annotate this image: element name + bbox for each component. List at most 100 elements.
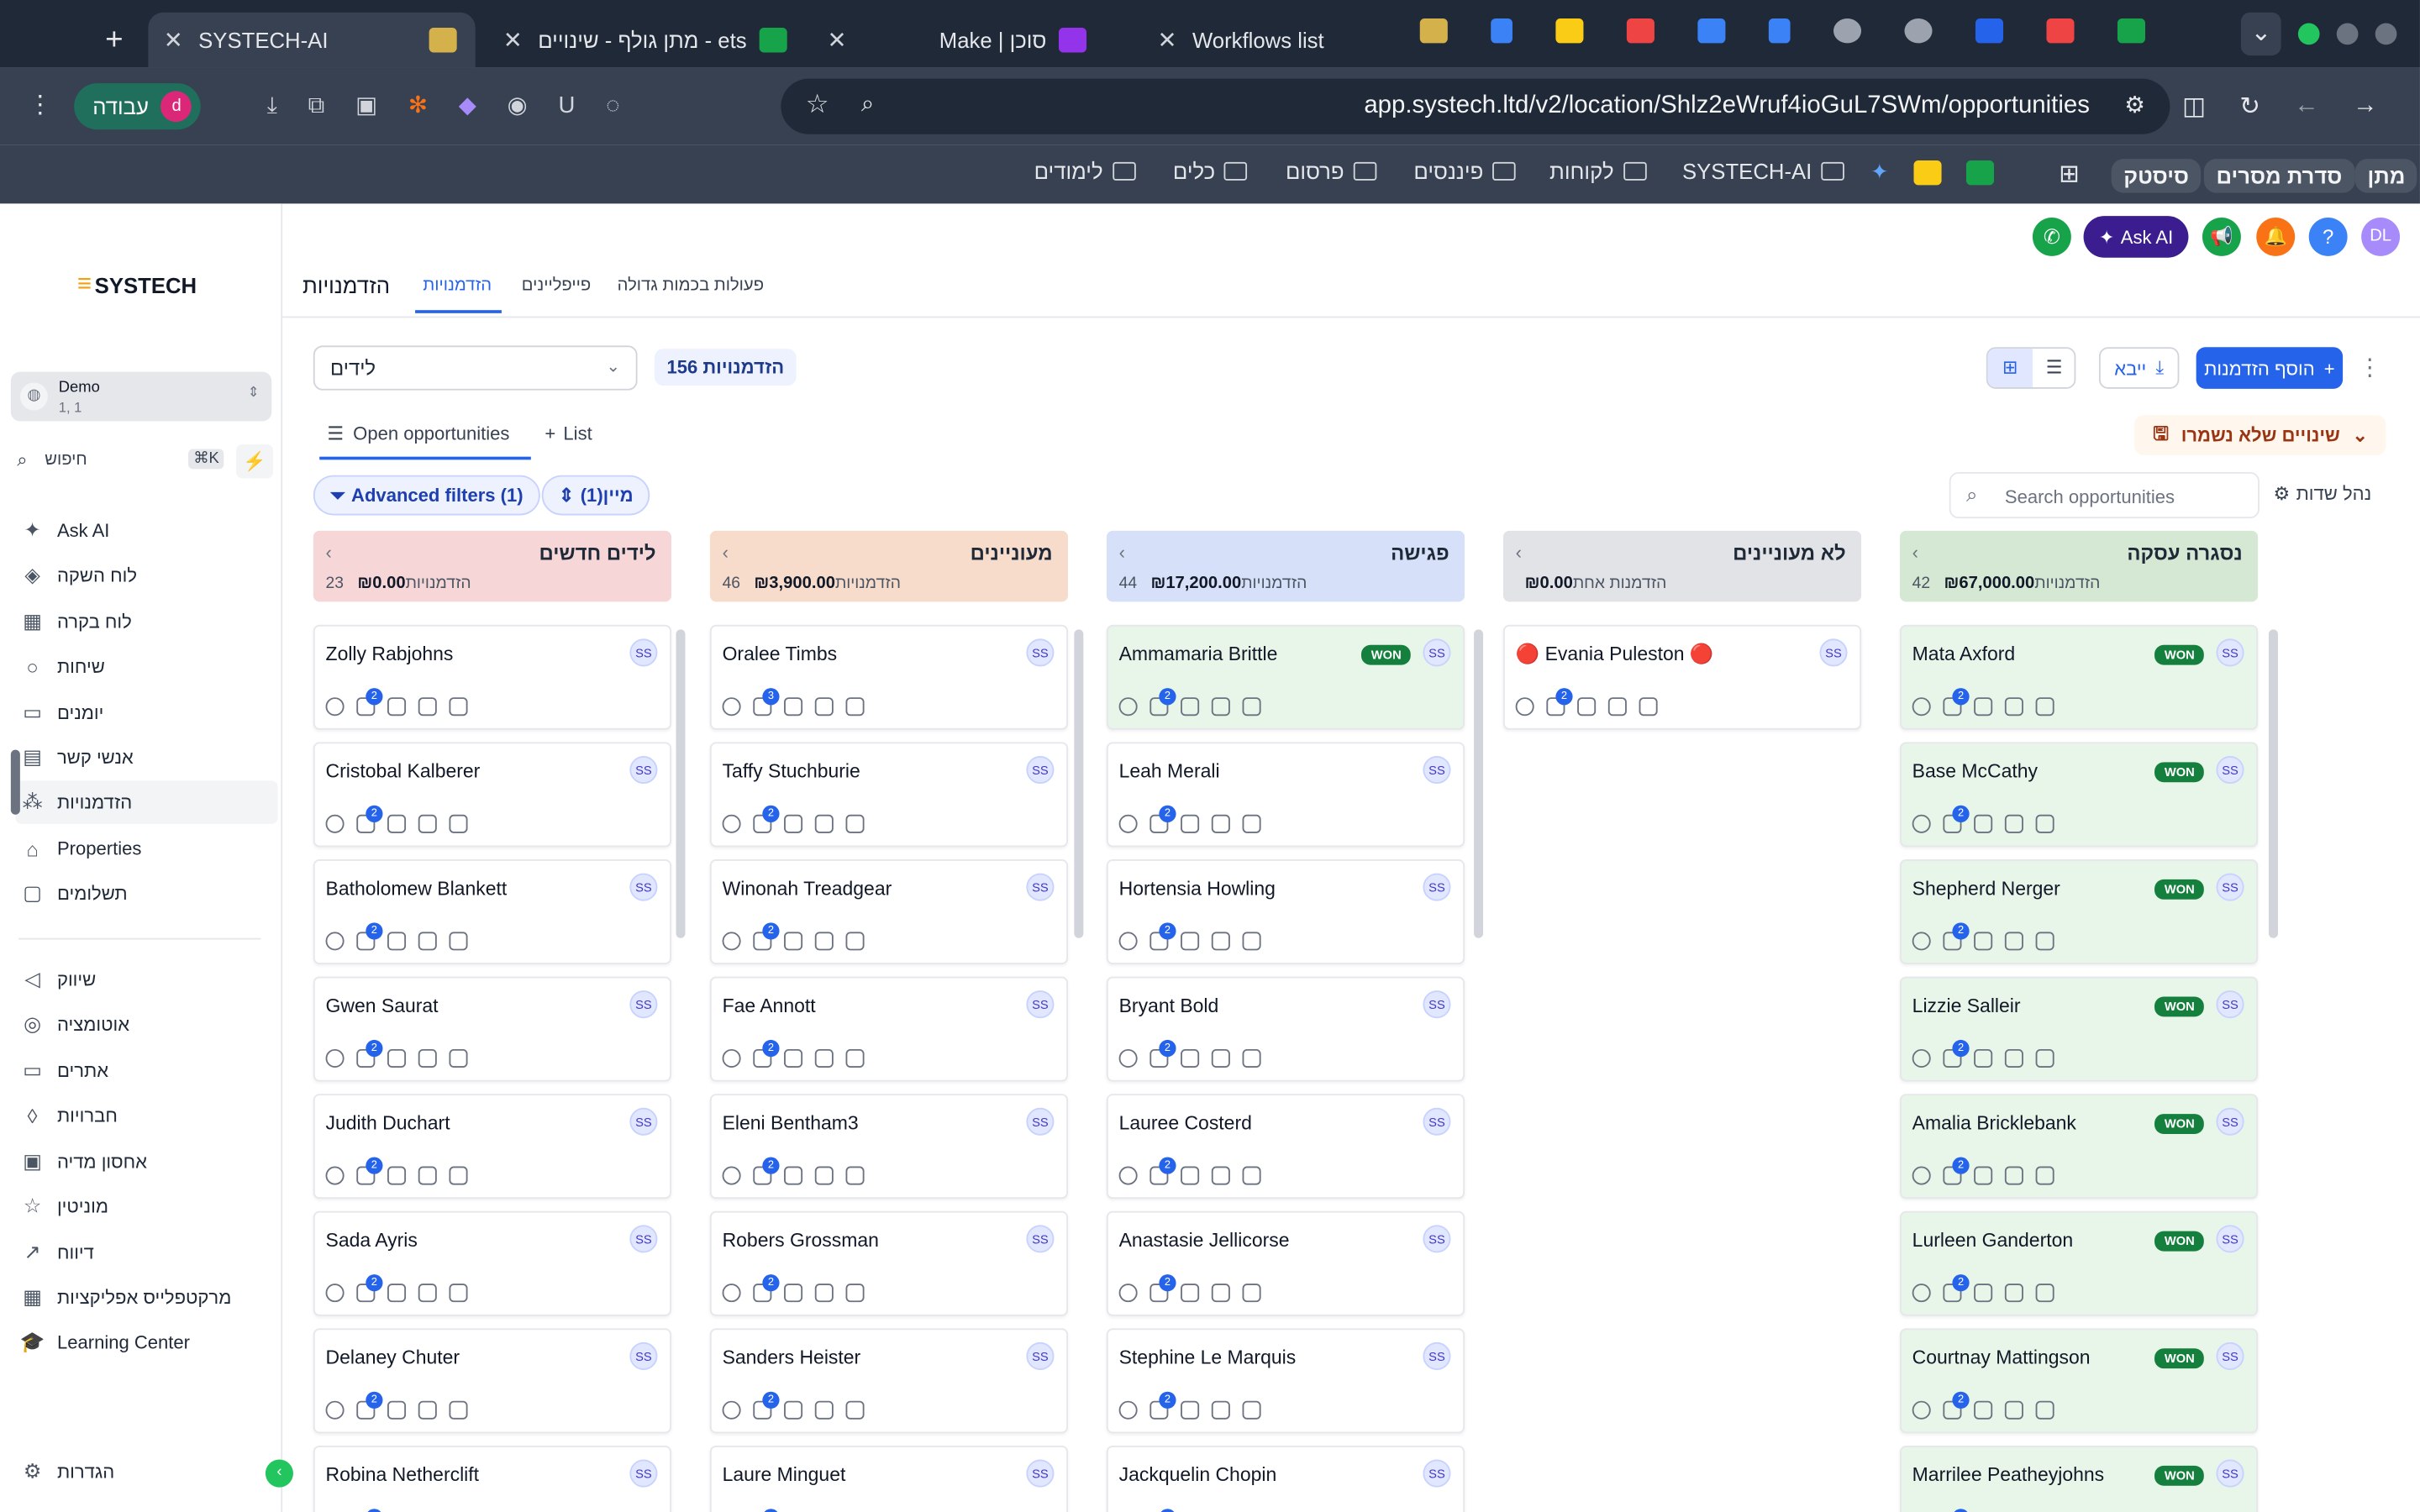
calendar-icon[interactable] [449,1166,468,1185]
opportunity-card[interactable]: Zolly Rabjohns SS 2 [313,624,671,730]
add-list-tab[interactable]: + List [544,423,592,444]
tab-workflows[interactable]: ✕ Workflows list [1142,13,1404,68]
tag-icon[interactable]: 2 [1943,1391,1970,1420]
claude-icon[interactable]: ✻ [408,91,428,118]
task-icon[interactable] [418,1048,437,1068]
opportunity-card[interactable]: Marrilee Peatheyjohns SS WON 2 [1899,1445,2259,1512]
tag-icon[interactable]: 3 [753,688,780,717]
chat-icon[interactable] [1912,1166,1931,1185]
sort-button[interactable]: ⇕ מיין(1) [541,475,650,516]
chat-icon[interactable] [1912,1400,1931,1420]
sheets-icon[interactable] [2117,18,2146,44]
account-switcher[interactable]: ◍ Demo 1, 1 ⇕ [10,371,272,422]
document-icon[interactable] [387,1400,407,1420]
profile-chip[interactable]: עבודה d [74,83,202,130]
owner-avatar[interactable]: SS [1026,990,1055,1019]
chat-icon[interactable] [325,697,345,717]
opportunity-card[interactable]: Delaney Chuter SS 2 [313,1328,671,1434]
document-icon[interactable] [387,1284,407,1303]
task-icon[interactable] [418,1284,437,1303]
task-icon[interactable] [814,932,834,951]
calendar-icon[interactable] [2035,814,2054,833]
calendar-icon[interactable] [449,697,468,717]
task-icon[interactable] [2004,697,2023,717]
window-minimize-button[interactable] [2336,23,2359,45]
calendar-icon[interactable] [1242,1048,1261,1068]
tab-bulk-actions[interactable]: פעולות בכמות גדולה [618,276,764,295]
document-icon[interactable] [1974,1048,1993,1068]
chat-icon[interactable] [1912,697,1931,717]
document-icon[interactable] [1974,1400,1993,1420]
close-icon[interactable]: ✕ [827,26,846,54]
owner-avatar[interactable]: SS [629,990,658,1019]
collapse-column-icon[interactable]: ‹ [1119,542,1125,564]
task-icon[interactable] [1211,697,1230,717]
bookmark-item[interactable]: מתן [2354,159,2418,193]
chat-icon[interactable] [325,814,345,833]
chat-icon[interactable] [722,814,741,833]
owner-avatar[interactable]: SS [1423,1459,1451,1488]
chat-icon[interactable] [722,1284,741,1303]
task-icon[interactable] [1211,814,1230,833]
owner-avatar[interactable]: SS [1819,638,1848,667]
calendar-icon[interactable] [1242,1400,1261,1420]
calendar-icon[interactable] [845,1400,865,1420]
document-icon[interactable] [1974,1284,1993,1303]
calendar-icon[interactable] [845,697,865,717]
calendar-icon[interactable] [2035,932,2054,951]
sidebar-item-sparkle[interactable]: ✦ Ask AI [15,509,277,552]
globe-icon[interactable] [1833,18,1862,44]
tag-icon[interactable]: 2 [1150,1039,1176,1068]
tag-icon[interactable]: 2 [356,688,383,717]
sidebar-item-automation[interactable]: ◎ אוטומציה [15,1003,277,1046]
document-icon[interactable] [387,1048,407,1068]
task-icon[interactable] [814,1400,834,1420]
chat-icon[interactable] [1118,1400,1138,1420]
extension-icon[interactable]: U [558,92,575,118]
window-maximize-button[interactable] [2297,23,2320,45]
close-icon[interactable]: ✕ [164,26,183,54]
owner-avatar[interactable]: SS [1423,873,1451,901]
owner-avatar[interactable]: SS [1423,638,1451,667]
calendar-icon[interactable] [2035,1284,2054,1303]
sidebar-item-megaphone[interactable]: ◁ שיווק [15,958,277,1001]
owner-avatar[interactable]: SS [629,873,658,901]
search-opportunities-input[interactable]: ⌕ Search opportunities [1949,472,2260,519]
owner-avatar[interactable]: SS [1423,755,1451,785]
owner-avatar[interactable]: SS [2216,990,2244,1019]
document-icon[interactable] [1974,932,1993,951]
forward-icon[interactable]: → [2353,92,2377,120]
sidebar-item-calendar[interactable]: ▭ יומנים [15,691,277,734]
document-icon[interactable] [1577,697,1597,717]
bookmark-folder[interactable]: פיננסים [1413,159,1516,184]
bookmark-folder[interactable]: לקוחות [1549,159,1647,184]
document-icon[interactable] [784,1400,803,1420]
owner-avatar[interactable]: SS [629,755,658,785]
opportunity-card[interactable]: Hortensia Howling SS 2 [1106,859,1465,964]
owner-avatar[interactable]: SS [1423,1341,1451,1370]
document-icon[interactable] [387,814,407,833]
chat-icon[interactable] [1118,814,1138,833]
tab-pipelines[interactable]: פייפליינים [522,276,591,295]
document-icon[interactable] [784,1166,803,1185]
tag-icon[interactable]: 2 [1943,1039,1970,1068]
owner-avatar[interactable]: SS [629,638,658,667]
document-icon[interactable] [387,1166,407,1185]
owner-avatar[interactable]: SS [1026,873,1055,901]
calendar-icon[interactable] [1639,697,1658,717]
opportunity-card[interactable]: Winonah Treadgear SS 2 [709,859,1068,964]
owner-avatar[interactable]: SS [1026,1341,1055,1370]
tab-systech-ai[interactable]: ✕ SYSTECH-AI [148,12,476,68]
opportunity-card[interactable]: Bryant Bold SS 2 [1106,976,1465,1082]
tab-make[interactable]: ✕ Make | סוכן [812,13,1120,68]
grid-view-icon[interactable]: ⊞ [1987,349,2033,388]
document-icon[interactable] [1181,1048,1200,1068]
chat-icon[interactable] [325,1400,345,1420]
sidebar-item-rocket[interactable]: ◈ לוח השקה [15,554,277,596]
sidebar-item-graduation[interactable]: 🎓 Learning Center [15,1320,277,1363]
opportunity-card[interactable]: Taffy Stuchburie SS 2 [709,742,1068,848]
owner-avatar[interactable]: SS [629,1107,658,1136]
address-bar[interactable]: ☆ ⌕ app.systech.ltd/v2/location/Shlz2eWr… [781,78,2170,134]
opportunity-card[interactable]: Stephine Le Marquis SS 2 [1106,1328,1465,1434]
owner-avatar[interactable]: SS [1026,755,1055,785]
